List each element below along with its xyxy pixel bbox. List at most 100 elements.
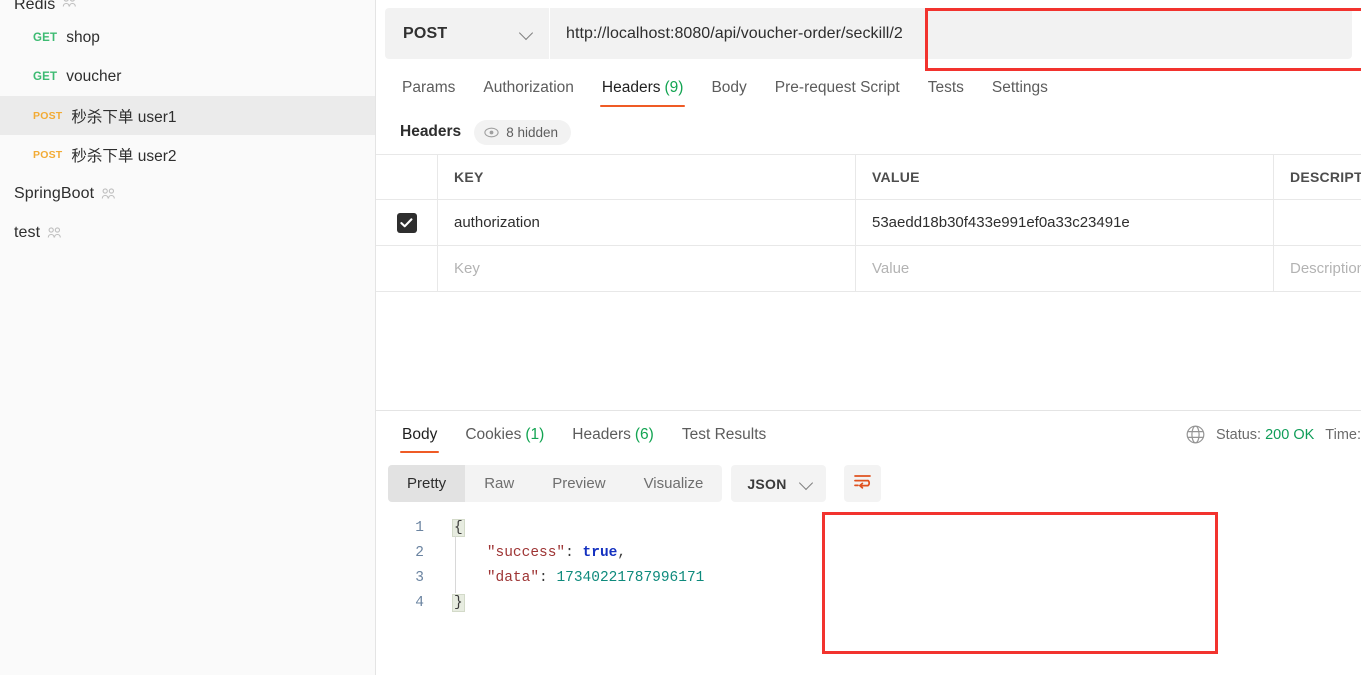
tab-label: Headers — [572, 426, 631, 443]
sidebar-request-voucher[interactable]: GET voucher — [0, 57, 375, 96]
eye-icon — [484, 127, 499, 138]
status-label-text: Status: — [1215, 426, 1262, 443]
status-label: Status: 200 OK — [1216, 427, 1314, 443]
tab-params[interactable]: Params — [388, 79, 469, 107]
method-badge: POST — [33, 109, 63, 122]
word-wrap-button[interactable] — [843, 465, 881, 502]
bracket-guide-line — [455, 536, 456, 593]
url-bar: POST http://localhost:8080/api/voucher-o… — [376, 0, 1361, 59]
sidebar-request-seckill-user1[interactable]: POST 秒杀下单 user1 — [0, 96, 375, 135]
tab-label: Params — [402, 79, 456, 96]
json-comma: , — [617, 545, 627, 561]
column-description: DESCRIPTION — [1290, 169, 1361, 185]
http-method-select[interactable]: POST — [385, 8, 549, 59]
tab-count: (9) — [664, 79, 684, 96]
response-tab-cookies[interactable]: Cookies (1) — [451, 426, 558, 453]
sidebar-request-shop[interactable]: GET shop — [0, 18, 375, 57]
tab-label: Headers — [601, 79, 661, 96]
hidden-headers-count: 8 hidden — [506, 124, 558, 140]
header-value-input[interactable]: 53aedd18b30f433e991ef0a33c23491e — [856, 200, 1274, 245]
method-badge: GET — [33, 31, 58, 44]
headers-label: Headers — [400, 123, 462, 140]
table-row[interactable]: Key Value Description — [376, 245, 1361, 291]
hidden-headers-toggle[interactable]: 8 hidden — [474, 119, 571, 145]
response-tab-body[interactable]: Body — [388, 426, 451, 453]
view-mode-preview[interactable]: Preview — [533, 465, 624, 502]
request-name: 秒杀下单 user2 — [71, 147, 177, 165]
code-line-2: "success": true, — [452, 541, 704, 566]
tab-headers[interactable]: Headers (9) — [588, 79, 698, 107]
tab-body[interactable]: Body — [697, 79, 760, 107]
response-tabs: Body Cookies (1) Headers (6) Test Results … — [376, 411, 1361, 453]
line-number: 3 — [415, 570, 424, 586]
tab-label: Pre-request Script — [774, 79, 900, 96]
view-mode-pretty[interactable]: Pretty — [388, 465, 466, 502]
collection-name: test — [14, 223, 41, 241]
people-icon — [62, 0, 77, 8]
tab-count: (1) — [525, 426, 545, 443]
json-code: { "success": true, "data": 1734022178799… — [426, 516, 704, 616]
table-row[interactable]: authorization 53aedd18b30f433e991ef0a33c… — [376, 199, 1361, 245]
globe-icon[interactable] — [1186, 425, 1205, 444]
method-badge: GET — [33, 70, 58, 83]
tab-label: Test Results — [681, 426, 767, 443]
header-key-input[interactable]: Key — [438, 246, 856, 291]
line-number: 2 — [415, 545, 424, 561]
column-value: VALUE — [856, 155, 1274, 199]
tab-label: Cookies — [465, 426, 522, 443]
collection-name: SpringBoot — [14, 184, 95, 202]
method-badge: POST — [33, 148, 63, 161]
header-description-input[interactable]: Description — [1274, 246, 1361, 291]
tab-label: Settings — [991, 79, 1048, 96]
code-line-3: "data": 17340221787996171 — [452, 566, 705, 591]
time-label: Time: — [1325, 426, 1361, 443]
request-name: 秒杀下单 user1 — [71, 108, 177, 126]
response-tab-headers[interactable]: Headers (6) — [558, 426, 668, 453]
sidebar-collection-test[interactable]: test — [0, 213, 375, 252]
status-value: 200 OK — [1265, 426, 1315, 443]
header-value-input[interactable]: Value — [856, 246, 1274, 291]
view-mode-visualize[interactable]: Visualize — [625, 465, 723, 502]
collection-name: Redis — [14, 0, 56, 13]
headers-table: KEY VALUE DESCRIPTION authorization 53ae… — [376, 154, 1361, 292]
request-tabs: Params Authorization Headers (9) Body Pre… — [376, 69, 1361, 107]
response-tab-test-results[interactable]: Test Results — [668, 426, 780, 453]
sidebar-collection-springboot[interactable]: SpringBoot — [0, 174, 375, 213]
url-input[interactable]: http://localhost:8080/api/voucher-order/… — [550, 8, 1352, 59]
view-mode-raw[interactable]: Raw — [465, 465, 533, 502]
header-description-input[interactable] — [1274, 200, 1361, 245]
chevron-down-icon — [520, 27, 533, 40]
json-key-success: "success" — [486, 545, 566, 561]
line-number: 1 — [415, 520, 424, 536]
request-name: voucher — [66, 67, 122, 85]
response-body-viewer[interactable]: 1 2 3 4 { "success": true, "data": 17340… — [376, 516, 1361, 616]
header-key-input[interactable]: authorization — [438, 200, 856, 245]
tab-tests[interactable]: Tests — [914, 79, 978, 107]
tab-settings[interactable]: Settings — [978, 79, 1062, 107]
json-close-brace: } — [452, 594, 465, 612]
tab-label: Tests — [927, 79, 964, 96]
people-icon — [47, 226, 62, 239]
word-wrap-icon — [853, 473, 872, 494]
tab-pre-request-script[interactable]: Pre-request Script — [761, 79, 914, 107]
response-format-label: JSON — [747, 475, 787, 492]
row-checkbox[interactable] — [396, 212, 417, 233]
tab-authorization[interactable]: Authorization — [469, 79, 587, 107]
json-value-data: 17340221787996171 — [556, 570, 705, 586]
row-checkbox-cell — [376, 246, 438, 291]
people-icon — [101, 187, 116, 200]
tab-label: Authorization — [483, 79, 574, 96]
table-header-row: KEY VALUE DESCRIPTION — [376, 154, 1361, 199]
json-colon: : — [539, 570, 557, 586]
row-checkbox-cell — [376, 200, 438, 245]
postman-window: Redis GET shop GET voucher POST 秒杀下单 use… — [0, 0, 1361, 675]
response-pane: Body Cookies (1) Headers (6) Test Results … — [376, 410, 1361, 675]
json-open-brace: { — [452, 519, 465, 537]
line-number: 4 — [415, 595, 424, 611]
response-format-select[interactable]: JSON — [731, 465, 826, 502]
sidebar-collection-redis[interactable]: Redis — [0, 0, 375, 18]
sidebar-request-seckill-user2[interactable]: POST 秒杀下单 user2 — [0, 135, 375, 174]
response-viewer-toolbar: Pretty Raw Preview Visualize JSON — [376, 453, 1361, 502]
response-status-bar: Status: 200 OK Time: — [1186, 425, 1361, 444]
json-value-success: true — [582, 545, 618, 561]
